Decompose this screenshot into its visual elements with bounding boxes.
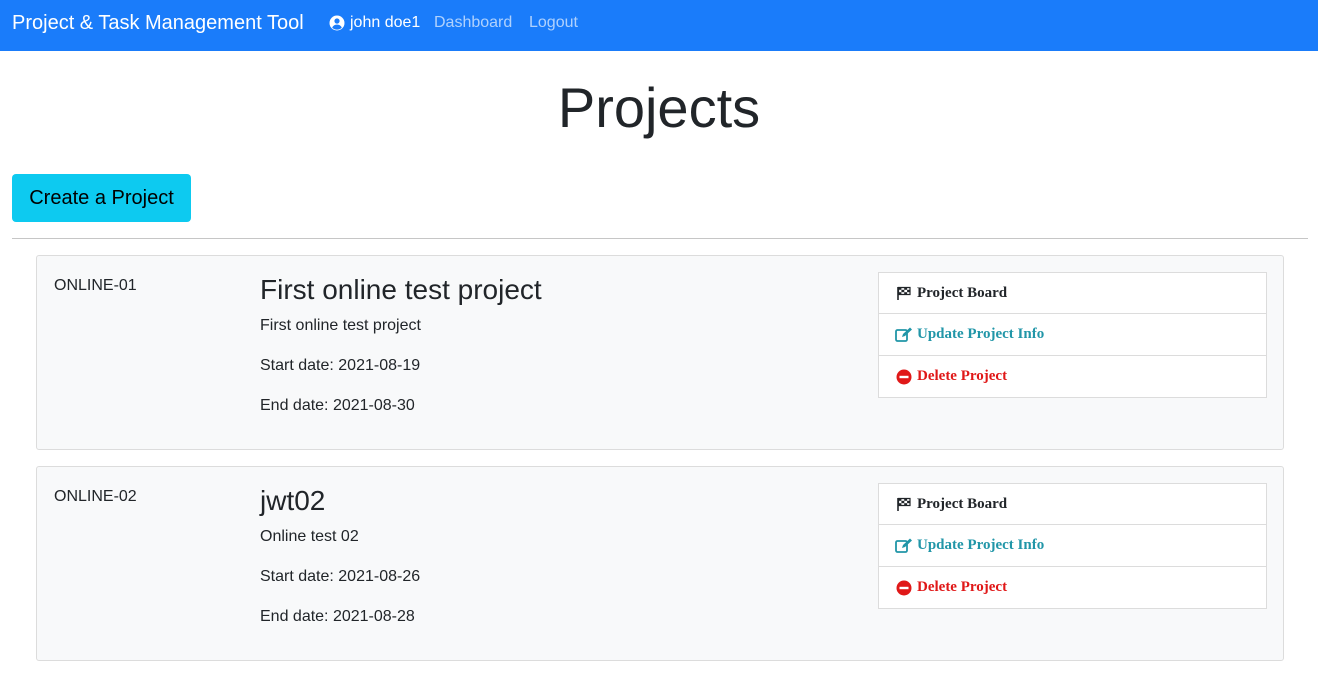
project-end-date: End date: 2021-08-30 [260, 397, 415, 414]
minus-circle-icon [895, 579, 913, 597]
update-project-button[interactable]: Update Project Info [878, 314, 1267, 356]
user-circle-icon [328, 14, 346, 32]
top-navbar: Project & Task Management Tool john doe1… [0, 0, 1318, 51]
edit-icon [895, 537, 913, 555]
edit-icon [895, 326, 913, 344]
project-board-button[interactable]: Project Board [878, 483, 1267, 525]
update-project-label: Update Project Info [917, 326, 1045, 342]
create-project-button[interactable]: Create a Project [12, 174, 191, 222]
project-end-date: End date: 2021-08-28 [260, 608, 415, 625]
delete-project-button[interactable]: Delete Project [878, 567, 1267, 609]
update-project-label: Update Project Info [917, 537, 1045, 553]
delete-project-label: Delete Project [917, 579, 1008, 595]
flag-checkered-icon [895, 495, 913, 513]
page-title: Projects [557, 76, 761, 139]
delete-project-label: Delete Project [917, 368, 1008, 384]
user-name: john doe1 [350, 14, 421, 31]
brand-link[interactable]: Project & Task Management Tool [12, 11, 304, 35]
project-start-date: Start date: 2021-08-26 [260, 568, 421, 585]
project-identifier: ONLINE-02 [54, 488, 137, 505]
project-card: ONLINE-01 First online test project Firs… [36, 255, 1284, 450]
update-project-button[interactable]: Update Project Info [878, 525, 1267, 567]
nav-logout-link[interactable]: Logout [529, 13, 578, 33]
project-name: First online test project [260, 274, 542, 305]
delete-project-button[interactable]: Delete Project [878, 356, 1267, 398]
project-actions: Project Board Update Project Info Delete… [878, 272, 1267, 398]
project-board-label: Project Board [917, 495, 1008, 512]
nav-dashboard-link[interactable]: Dashboard [434, 13, 512, 33]
user-menu[interactable]: john doe1 [328, 13, 420, 33]
project-board-label: Project Board [917, 284, 1008, 301]
project-name: jwt02 [260, 485, 326, 516]
project-card: ONLINE-02 jwt02 Online test 02 Start dat… [36, 466, 1284, 661]
project-board-button[interactable]: Project Board [878, 272, 1267, 314]
project-actions: Project Board Update Project Info Delete… [878, 483, 1267, 609]
divider [12, 238, 1308, 239]
project-start-date: Start date: 2021-08-19 [260, 357, 421, 374]
project-description: Online test 02 [260, 528, 359, 545]
project-identifier: ONLINE-01 [54, 277, 137, 294]
flag-checkered-icon [895, 284, 913, 302]
project-description: First online test project [260, 317, 421, 334]
minus-circle-icon [895, 368, 913, 386]
